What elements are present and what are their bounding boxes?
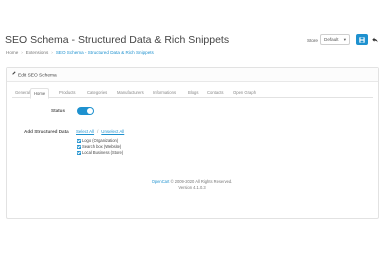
toggle-knob <box>87 108 93 114</box>
page-header: SEO Schema - Structured Data & Rich Snip… <box>0 0 384 60</box>
chevron-down-icon: ▾ <box>343 37 346 42</box>
add-structured-data-label: Add Structured Data <box>24 129 69 134</box>
checkbox-search-box[interactable] <box>77 144 81 149</box>
store-select[interactable]: Default ▾ <box>320 34 350 45</box>
store-label: Store <box>307 38 318 43</box>
status-label: Status <box>51 108 66 113</box>
breadcrumb: Home › Extensions › SEO Schema - Structured … <box>6 50 154 55</box>
edit-panel: Edit SEO Schema General Home Products Ca… <box>6 67 379 219</box>
store-select-value: Default <box>324 37 339 42</box>
tab-blogs[interactable]: Blogs <box>185 88 201 98</box>
checkbox-logo[interactable] <box>77 138 81 143</box>
save-icon <box>359 36 365 43</box>
panel-heading-text: Edit SEO Schema <box>18 73 57 79</box>
page-title: SEO Schema - Structured Data & Rich Snip… <box>5 34 230 46</box>
option-search-box[interactable]: Search box (Website) <box>77 144 121 149</box>
option-local-business-label: Local Business (Store) <box>82 150 124 155</box>
footer-copyright: © 2009-2020 All Rights Reserved. <box>170 179 233 184</box>
tab-informations[interactable]: Informations <box>150 88 179 98</box>
footer-brand-link[interactable]: OpenCart <box>152 179 170 184</box>
tab-manufacturers[interactable]: Manufacturers <box>114 88 147 98</box>
option-logo[interactable]: Logo (Organization) <box>77 138 118 143</box>
save-button[interactable] <box>356 34 368 45</box>
breadcrumb-extensions[interactable]: Extensions <box>26 50 48 55</box>
panel-heading: Edit SEO Schema <box>7 68 378 82</box>
footer-line: OpenCart © 2009-2020 All Rights Reserved… <box>0 179 384 184</box>
select-links: Select All / Unselect All <box>76 129 125 134</box>
tab-open-graph[interactable]: Open Graph <box>230 88 259 98</box>
reply-icon <box>372 37 378 42</box>
back-button[interactable] <box>370 34 380 45</box>
breadcrumb-current[interactable]: SEO Schema - Structured Data & Rich Snip… <box>56 50 154 55</box>
select-all-link[interactable]: Select All <box>76 129 94 134</box>
checkbox-local-business[interactable] <box>77 150 81 155</box>
footer-version: Version 4.1.0.3 <box>178 185 206 190</box>
tab-home[interactable]: Home <box>30 88 50 99</box>
tab-products[interactable]: Products <box>56 88 79 98</box>
option-local-business[interactable]: Local Business (Store) <box>77 150 123 155</box>
unselect-all-link[interactable]: Unselect All <box>101 129 124 134</box>
pencil-icon <box>12 68 16 82</box>
option-logo-label: Logo (Organization) <box>82 138 119 143</box>
tab-categories[interactable]: Categories <box>84 88 110 98</box>
breadcrumb-home[interactable]: Home <box>6 50 18 55</box>
option-search-box-label: Search box (Website) <box>82 144 122 149</box>
status-toggle[interactable] <box>77 107 94 115</box>
tab-contacts[interactable]: Contacts <box>204 88 227 98</box>
tab-bar: General Home Products Categories Manufac… <box>12 88 373 99</box>
